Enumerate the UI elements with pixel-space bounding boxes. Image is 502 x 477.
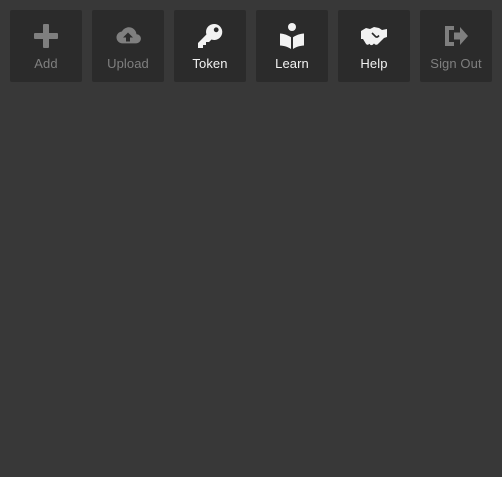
help-button[interactable]: Help xyxy=(338,10,410,82)
upload-button-label: Upload xyxy=(107,56,149,71)
add-button-label: Add xyxy=(34,56,58,71)
learn-button-label: Learn xyxy=(275,56,309,71)
add-button[interactable]: Add xyxy=(10,10,82,82)
handshake-icon xyxy=(359,21,389,51)
help-button-label: Help xyxy=(360,56,388,71)
token-button-label: Token xyxy=(192,56,228,71)
sign-out-button[interactable]: Sign Out xyxy=(420,10,492,82)
sign-out-icon xyxy=(441,21,471,51)
cloud-upload-icon xyxy=(113,21,143,51)
key-icon xyxy=(195,21,225,51)
upload-button[interactable]: Upload xyxy=(92,10,164,82)
learn-button[interactable]: Learn xyxy=(256,10,328,82)
toolbar: Add Upload Token Learn Help Sign Out xyxy=(10,10,492,82)
plus-icon xyxy=(31,21,61,51)
book-reader-icon xyxy=(277,21,307,51)
token-button[interactable]: Token xyxy=(174,10,246,82)
sign-out-button-label: Sign Out xyxy=(430,56,482,71)
